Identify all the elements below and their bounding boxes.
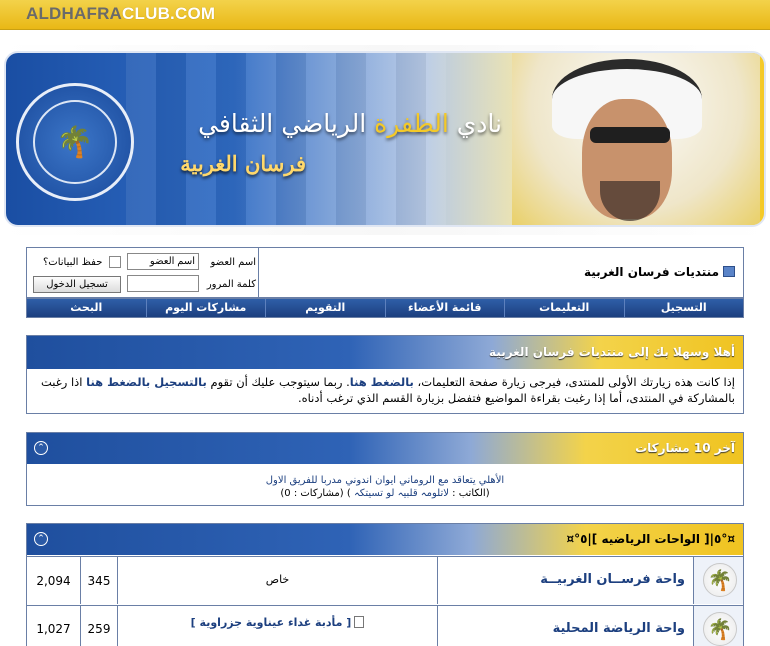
collapse-icon[interactable]: ⌃ [34,532,48,546]
password-input[interactable] [127,275,199,292]
forum-icon-cell: 🌴 [693,557,743,604]
header-banner: 🌴 نادي الظفرة الرياضي الثقافي فرسان الغر… [4,51,766,227]
remember-me-checkbox[interactable] [109,256,121,268]
forum-home-icon [723,266,735,277]
forum-category-header: ¤°٥|[ الواحات الرياضيه ]|٥°¤ ⌃ [27,524,743,555]
login-form: اسم العضو حفظ البيانات؟ كلمة المرور تسجي… [27,248,259,297]
banner-title-post: الرياضي الثقافي [198,109,375,138]
forum-last-post-text: [ مأدبة غداء عيناوية جزراوية ] [190,616,352,629]
forum-row: 2,094 345 خاص واحة فرســان الغربيــة 🌴 [27,556,743,604]
recent-post-author-link[interactable]: لاتلومہ قلبيہ لو تسيتكہ [354,488,449,499]
portrait-sunglasses [590,127,670,143]
club-crest-logo: 🌴 [16,83,134,201]
forum-name-cell: واحة فرســان الغربيــة [437,557,693,604]
collapse-icon[interactable]: ⌃ [34,441,48,455]
document-icon [354,616,365,628]
forum-row: 1,027 259 [ مأدبة غداء عيناوية جزراوية ]… [27,605,743,646]
menu-todays-posts[interactable]: مشاركات اليوم [145,299,266,317]
forum-last-post: [ مأدبة غداء عيناوية جزراوية ] [117,606,437,646]
username-label: اسم العضو [210,257,256,268]
palm-tree-icon: 🌴 [703,563,737,597]
banner-title-pre: نادي [448,109,502,138]
forum-last-post-link[interactable]: [ مأدبة غداء عيناوية جزراوية ] [118,616,437,629]
welcome-title: أهلا وسهلا بك إلى منتديات فرسان الغربية [27,336,743,369]
forum-icon-cell: 🌴 [693,606,743,646]
password-label: كلمة المرور [206,279,256,290]
welcome-text-2: . ربما سيتوجب عليك أن تقوم [206,375,350,389]
remember-me-label: حفظ البيانات؟ [43,257,103,268]
forum-name-link[interactable]: واحة فرســان الغربيــة [540,572,685,587]
menu-members-list[interactable]: قائمة الأعضاء [384,299,505,317]
recent-post-meta: (الكاتب : لاتلومہ قلبيہ لو تسيتكہ ) (مشا… [27,488,743,499]
forum-threads-count: 259 [80,606,117,646]
banner-portrait-image [512,53,760,225]
welcome-box: أهلا وسهلا بك إلى منتديات فرسان الغربية … [26,335,744,414]
forum-home-link[interactable]: منتديات فرسان الغربية [584,265,735,279]
forum-category-box: ¤°٥|[ الواحات الرياضيه ]|٥°¤ ⌃ 2,094 345… [26,523,744,646]
banner-subtitle: فرسان الغربية [180,151,306,176]
site-title-text: منتديات فرسان الغربية [584,265,719,279]
recent-posts-title: آخر 10 مشاركات [635,441,735,455]
banner-title-gold: الظفرة [374,109,449,138]
recent-posts-box: آخر 10 مشاركات ⌃ الأهلي يتعاقد مع الروما… [26,432,744,506]
recent-post-replies: (مشاركات : 0) [280,488,347,499]
banner-title: نادي الظفرة الرياضي الثقافي [198,109,502,138]
forum-threads-count: 345 [80,557,117,604]
forum-name-link[interactable]: واحة الرياضة المحلية [553,621,685,636]
register-link[interactable]: بالتسجيل بالضغط هنا [86,375,207,389]
author-prefix: (الكاتب : [448,488,490,499]
menu-help[interactable]: التعليمات [504,299,624,317]
recent-posts-header: آخر 10 مشاركات ⌃ [27,433,743,464]
welcome-text-1: إذا كانت هذه زيارتك الأولى للمنتدى، فيرج… [413,375,735,389]
forum-name-cell: واحة الرياضة المحلية [437,606,693,646]
banner-players-image [126,53,446,225]
forum-posts-count: 2,094 [36,574,71,588]
site-brand[interactable]: ALDHAFRACLUB.COM [26,4,215,24]
brand-suffix: CLUB.COM [122,4,216,23]
author-suffix: ) [346,488,354,499]
recent-post-link[interactable]: الأهلي يتعاقد مع الروماني ايوان اندوني م… [27,475,743,486]
palm-tree-icon: 🌴 [703,612,737,646]
menu-register[interactable]: التسجيل [623,299,744,317]
login-button[interactable]: تسجيل الدخول [33,276,121,293]
navbar-box: منتديات فرسان الغربية اسم العضو حفظ البي… [26,247,744,298]
username-input[interactable] [127,253,199,270]
brand-prefix: ALDHAFRA [26,4,123,23]
menu-calendar[interactable]: التقويم [265,299,385,317]
forum-last-post-text: خاص [265,573,290,586]
main-menu: التسجيل التعليمات قائمة الأعضاء التقويم … [26,298,744,318]
welcome-message: إذا كانت هذه زيارتك الأولى للمنتدى، فيرج… [27,369,743,411]
top-bar: ALDHAFRACLUB.COM [0,0,770,30]
palm-tree-icon: 🌴 [33,100,117,184]
help-link[interactable]: بالضغط هنا [350,375,414,389]
forum-posts-count: 1,027 [36,622,71,636]
menu-search[interactable]: البحث [27,299,146,317]
forum-category-title[interactable]: ¤°٥|[ الواحات الرياضيه ]|٥°¤ [566,524,735,555]
forum-last-post: خاص [117,557,437,604]
